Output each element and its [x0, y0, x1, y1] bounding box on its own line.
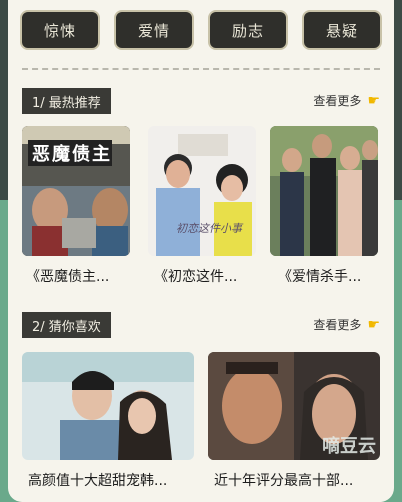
divider — [22, 68, 380, 70]
more-link-hot[interactable]: 查看更多 ☛ — [313, 92, 380, 109]
section-title-hot: 1/ 最热推荐 — [22, 88, 111, 114]
more-label: 查看更多 — [313, 94, 362, 108]
watermark: 嘀豆云 — [322, 436, 376, 457]
poster-1-caption[interactable]: 《恶魔债主... — [26, 266, 134, 286]
section-title-guess: 2/ 猜你喜欢 — [22, 312, 111, 338]
content-panel: 惊悚 爱情 励志 悬疑 1/ 最热推荐 查看更多 ☛ 恶魔债主 《恶魔债主... — [8, 0, 394, 502]
more-label: 查看更多 — [313, 318, 362, 332]
poster-3-art — [270, 126, 378, 256]
genre-tabs: 惊悚 爱情 励志 悬疑 — [20, 10, 382, 52]
poster-4[interactable] — [22, 352, 194, 460]
poster-4-art — [22, 352, 194, 460]
pointing-hand-icon: ☛ — [367, 316, 380, 333]
poster-5[interactable]: 嘀豆云 — [208, 352, 380, 460]
poster-1-title: 恶魔债主 — [32, 144, 112, 165]
more-link-guess[interactable]: 查看更多 ☛ — [313, 316, 380, 333]
poster-3[interactable] — [270, 126, 378, 256]
poster-4-caption[interactable]: 高颜值十大超甜宠韩... — [28, 470, 200, 490]
genre-button-mystery[interactable]: 悬疑 — [302, 10, 382, 50]
pointing-hand-icon: ☛ — [367, 92, 380, 109]
poster-2-art — [148, 126, 256, 256]
poster-2-caption[interactable]: 《初恋这件... — [154, 266, 262, 286]
poster-2-title: 初恋这件小事 — [176, 222, 242, 235]
genre-button-thriller[interactable]: 惊悚 — [20, 10, 100, 50]
poster-1[interactable]: 恶魔债主 — [22, 126, 130, 256]
poster-5-caption[interactable]: 近十年评分最高十部... — [214, 470, 384, 490]
genre-button-romance[interactable]: 爱情 — [114, 10, 194, 50]
poster-2[interactable]: 初恋这件小事 — [148, 126, 256, 256]
genre-button-inspirational[interactable]: 励志 — [208, 10, 288, 50]
poster-3-caption[interactable]: 《爱情杀手... — [278, 266, 386, 286]
